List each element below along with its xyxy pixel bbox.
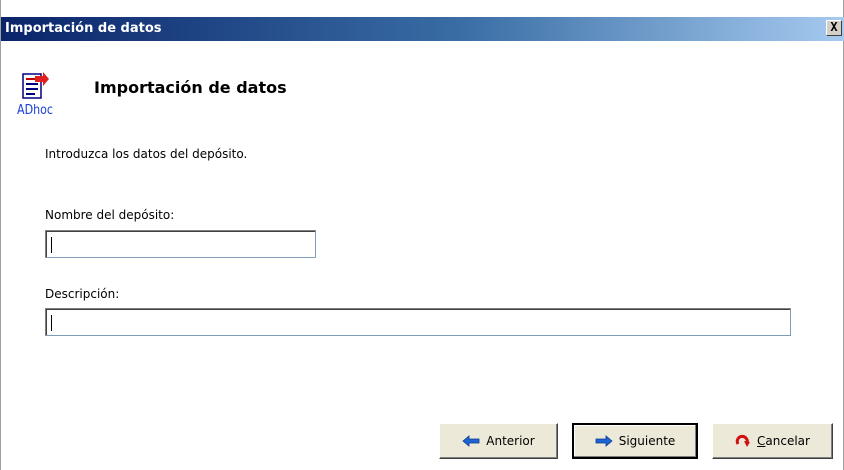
text-caret: [51, 237, 52, 253]
deposit-name-label: Nombre del depósito:: [45, 208, 175, 222]
instruction-text: Introduzca los datos del depósito.: [45, 147, 248, 161]
description-input[interactable]: [45, 308, 791, 336]
close-button[interactable]: X: [826, 20, 842, 36]
cancel-label: Cancelar: [757, 434, 810, 448]
wizard-window: Importación de datos X ADhoc Importación…: [0, 0, 844, 470]
arrow-left-icon: [462, 435, 480, 447]
previous-button[interactable]: Anterior: [439, 423, 558, 459]
adhoc-logo-icon: ADhoc: [17, 72, 53, 116]
text-caret: [51, 315, 52, 331]
title-bar: Importación de datos X: [1, 17, 844, 41]
svg-text:ADhoc: ADhoc: [17, 103, 53, 116]
window-title: Importación de datos: [5, 21, 162, 36]
page-title: Importación de datos: [94, 78, 287, 97]
next-label: Siguiente: [618, 434, 676, 448]
next-button[interactable]: Siguiente: [572, 423, 698, 459]
cancel-red-arrow-icon: [735, 434, 751, 447]
cancel-button[interactable]: Cancelar: [712, 423, 833, 459]
close-icon: X: [830, 20, 838, 34]
previous-label: Anterior: [486, 434, 535, 448]
description-label: Descripción:: [45, 287, 120, 301]
deposit-name-input[interactable]: [45, 230, 316, 258]
arrow-right-icon: [595, 435, 613, 447]
